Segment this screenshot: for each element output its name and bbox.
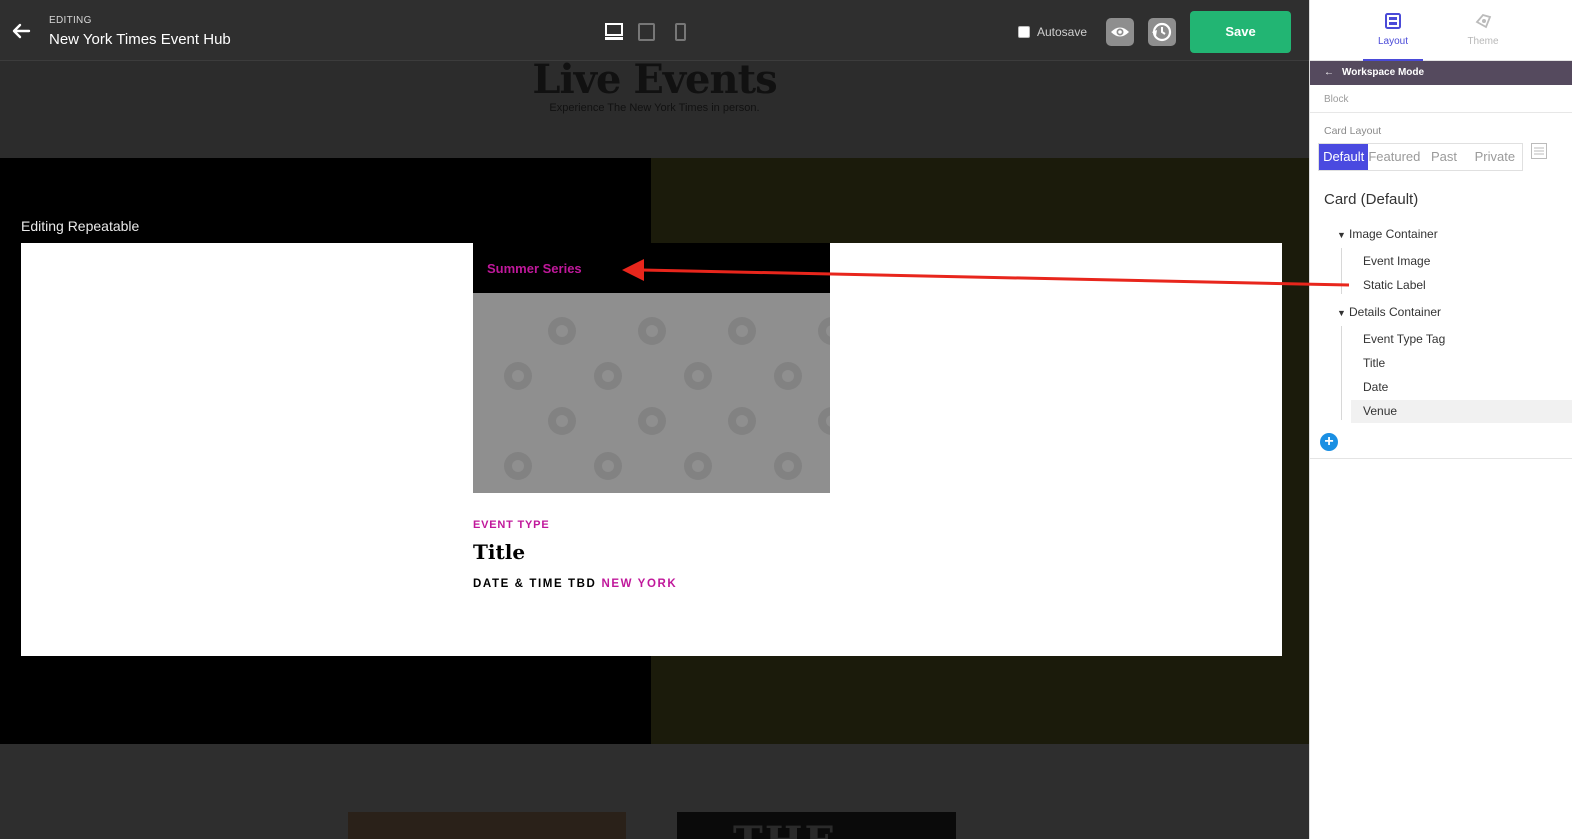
event-venue[interactable]: NEW YORK xyxy=(601,578,677,590)
image-pattern-dot xyxy=(728,317,756,345)
back-arrow-icon: ← xyxy=(1324,67,1334,78)
chevron-down-icon[interactable]: ▼ xyxy=(1337,302,1349,325)
image-pattern-dot xyxy=(774,452,802,480)
event-card[interactable]: Summer Series EVENT TYPE Title DATE & TI… xyxy=(473,243,830,656)
properties-panel: Layout Theme ← Workspace Mode Block Card … xyxy=(1309,0,1572,839)
desktop-view-icon[interactable] xyxy=(604,22,624,42)
hero-title: Live Events xyxy=(532,56,777,103)
list-icon[interactable] xyxy=(1531,143,1547,159)
image-pattern-dot xyxy=(774,362,802,390)
event-title[interactable]: Title xyxy=(473,540,525,564)
app-root: Live Events Experience The New York Time… xyxy=(0,0,1572,839)
tablet-view-icon[interactable] xyxy=(637,22,657,42)
image-pattern-dot xyxy=(504,362,532,390)
chevron-down-icon[interactable]: ▼ xyxy=(1337,224,1349,247)
add-element-button[interactable]: + xyxy=(1320,433,1338,451)
tree-item-image-container[interactable]: ▼ Image Container xyxy=(1310,223,1572,246)
event-date[interactable]: DATE & TIME TBD xyxy=(473,578,596,590)
autosave-checkbox[interactable] xyxy=(1018,26,1030,38)
history-button[interactable] xyxy=(1148,18,1176,46)
card-layout-option-private[interactable]: Private xyxy=(1468,144,1522,170)
block-breadcrumb[interactable]: Block xyxy=(1310,86,1572,113)
static-label-bar[interactable]: Summer Series xyxy=(473,243,830,293)
panel-tabs: Layout Theme xyxy=(1310,0,1572,61)
image-pattern-dot xyxy=(818,407,830,435)
card-layout-option-past[interactable]: Past xyxy=(1420,144,1467,170)
tree-item-label: Image Container xyxy=(1349,227,1438,241)
editor-canvas: Live Events Experience The New York Time… xyxy=(0,0,1309,839)
image-pattern-dot xyxy=(638,317,666,345)
event-image[interactable] xyxy=(473,293,830,493)
tab-theme[interactable]: Theme xyxy=(1453,0,1513,61)
hero-subtitle: Experience The New York Times in person. xyxy=(549,102,760,114)
preview-card[interactable] xyxy=(348,812,626,839)
top-toolbar: EDITING New York Times Event Hub Autosav… xyxy=(0,0,1309,61)
image-pattern-dot xyxy=(548,317,576,345)
event-type-tag[interactable]: EVENT TYPE xyxy=(473,519,549,531)
preview-button[interactable] xyxy=(1106,18,1134,46)
back-arrow-icon[interactable] xyxy=(10,20,32,42)
image-pattern-dot xyxy=(548,407,576,435)
card-layout-label: Card Layout xyxy=(1324,125,1382,137)
card-layout-heading: Card (Default) xyxy=(1324,191,1419,208)
image-pattern-dot xyxy=(594,362,622,390)
tree-item-venue[interactable]: Venue xyxy=(1351,400,1572,423)
tree-item-event-type-tag[interactable]: Event Type Tag xyxy=(1310,328,1572,351)
autosave-label: Autosave xyxy=(1037,25,1088,39)
preview-card-text: THE xyxy=(733,818,837,839)
static-label[interactable]: Summer Series xyxy=(487,261,582,276)
card-layout-selector: Default Featured Past Private xyxy=(1318,143,1523,171)
document-title: New York Times Event Hub xyxy=(49,31,231,48)
panel-divider xyxy=(1310,458,1572,459)
card-layout-option-default[interactable]: Default xyxy=(1319,144,1369,170)
tree-item-date[interactable]: Date xyxy=(1310,376,1572,399)
card-layout-option-featured[interactable]: Featured xyxy=(1368,144,1420,170)
tree-item-details-container[interactable]: ▼ Details Container xyxy=(1310,301,1572,324)
image-pattern-dot xyxy=(638,407,666,435)
theme-icon xyxy=(1475,13,1492,29)
image-pattern-dot xyxy=(684,452,712,480)
eye-icon xyxy=(1111,27,1129,37)
layout-icon xyxy=(1385,13,1401,29)
mobile-view-icon[interactable] xyxy=(671,22,691,42)
history-icon xyxy=(1152,22,1172,42)
image-pattern-dot xyxy=(818,317,830,345)
editing-eyebrow: EDITING xyxy=(49,15,92,26)
repeatable-editor[interactable]: Summer Series EVENT TYPE Title DATE & TI… xyxy=(21,243,1282,656)
editing-repeatable-label: Editing Repeatable xyxy=(21,218,140,234)
tree-item-static-label[interactable]: Static Label xyxy=(1310,274,1572,297)
save-button[interactable]: Save xyxy=(1190,11,1291,53)
preview-card[interactable]: THE xyxy=(677,812,956,839)
tab-layout-label: Layout xyxy=(1377,36,1409,47)
tree-item-label: Details Container xyxy=(1349,305,1442,319)
image-pattern-dot xyxy=(504,452,532,480)
below-section: THE xyxy=(0,744,1309,839)
event-meta: DATE & TIME TBD NEW YORK xyxy=(473,578,677,590)
tree-item-event-image[interactable]: Event Image xyxy=(1310,250,1572,273)
tab-theme-label: Theme xyxy=(1467,36,1499,47)
image-pattern-dot xyxy=(684,362,712,390)
tab-layout[interactable]: Layout xyxy=(1363,0,1423,61)
tree-item-title[interactable]: Title xyxy=(1310,352,1572,375)
image-pattern-dot xyxy=(594,452,622,480)
workspace-mode-bar[interactable]: ← Workspace Mode xyxy=(1310,61,1572,85)
image-pattern-dot xyxy=(728,407,756,435)
hero-section: Live Events Experience The New York Time… xyxy=(0,60,1309,158)
workspace-mode-label: Workspace Mode xyxy=(1342,67,1425,78)
autosave-toggle[interactable]: Autosave xyxy=(1018,25,1087,39)
